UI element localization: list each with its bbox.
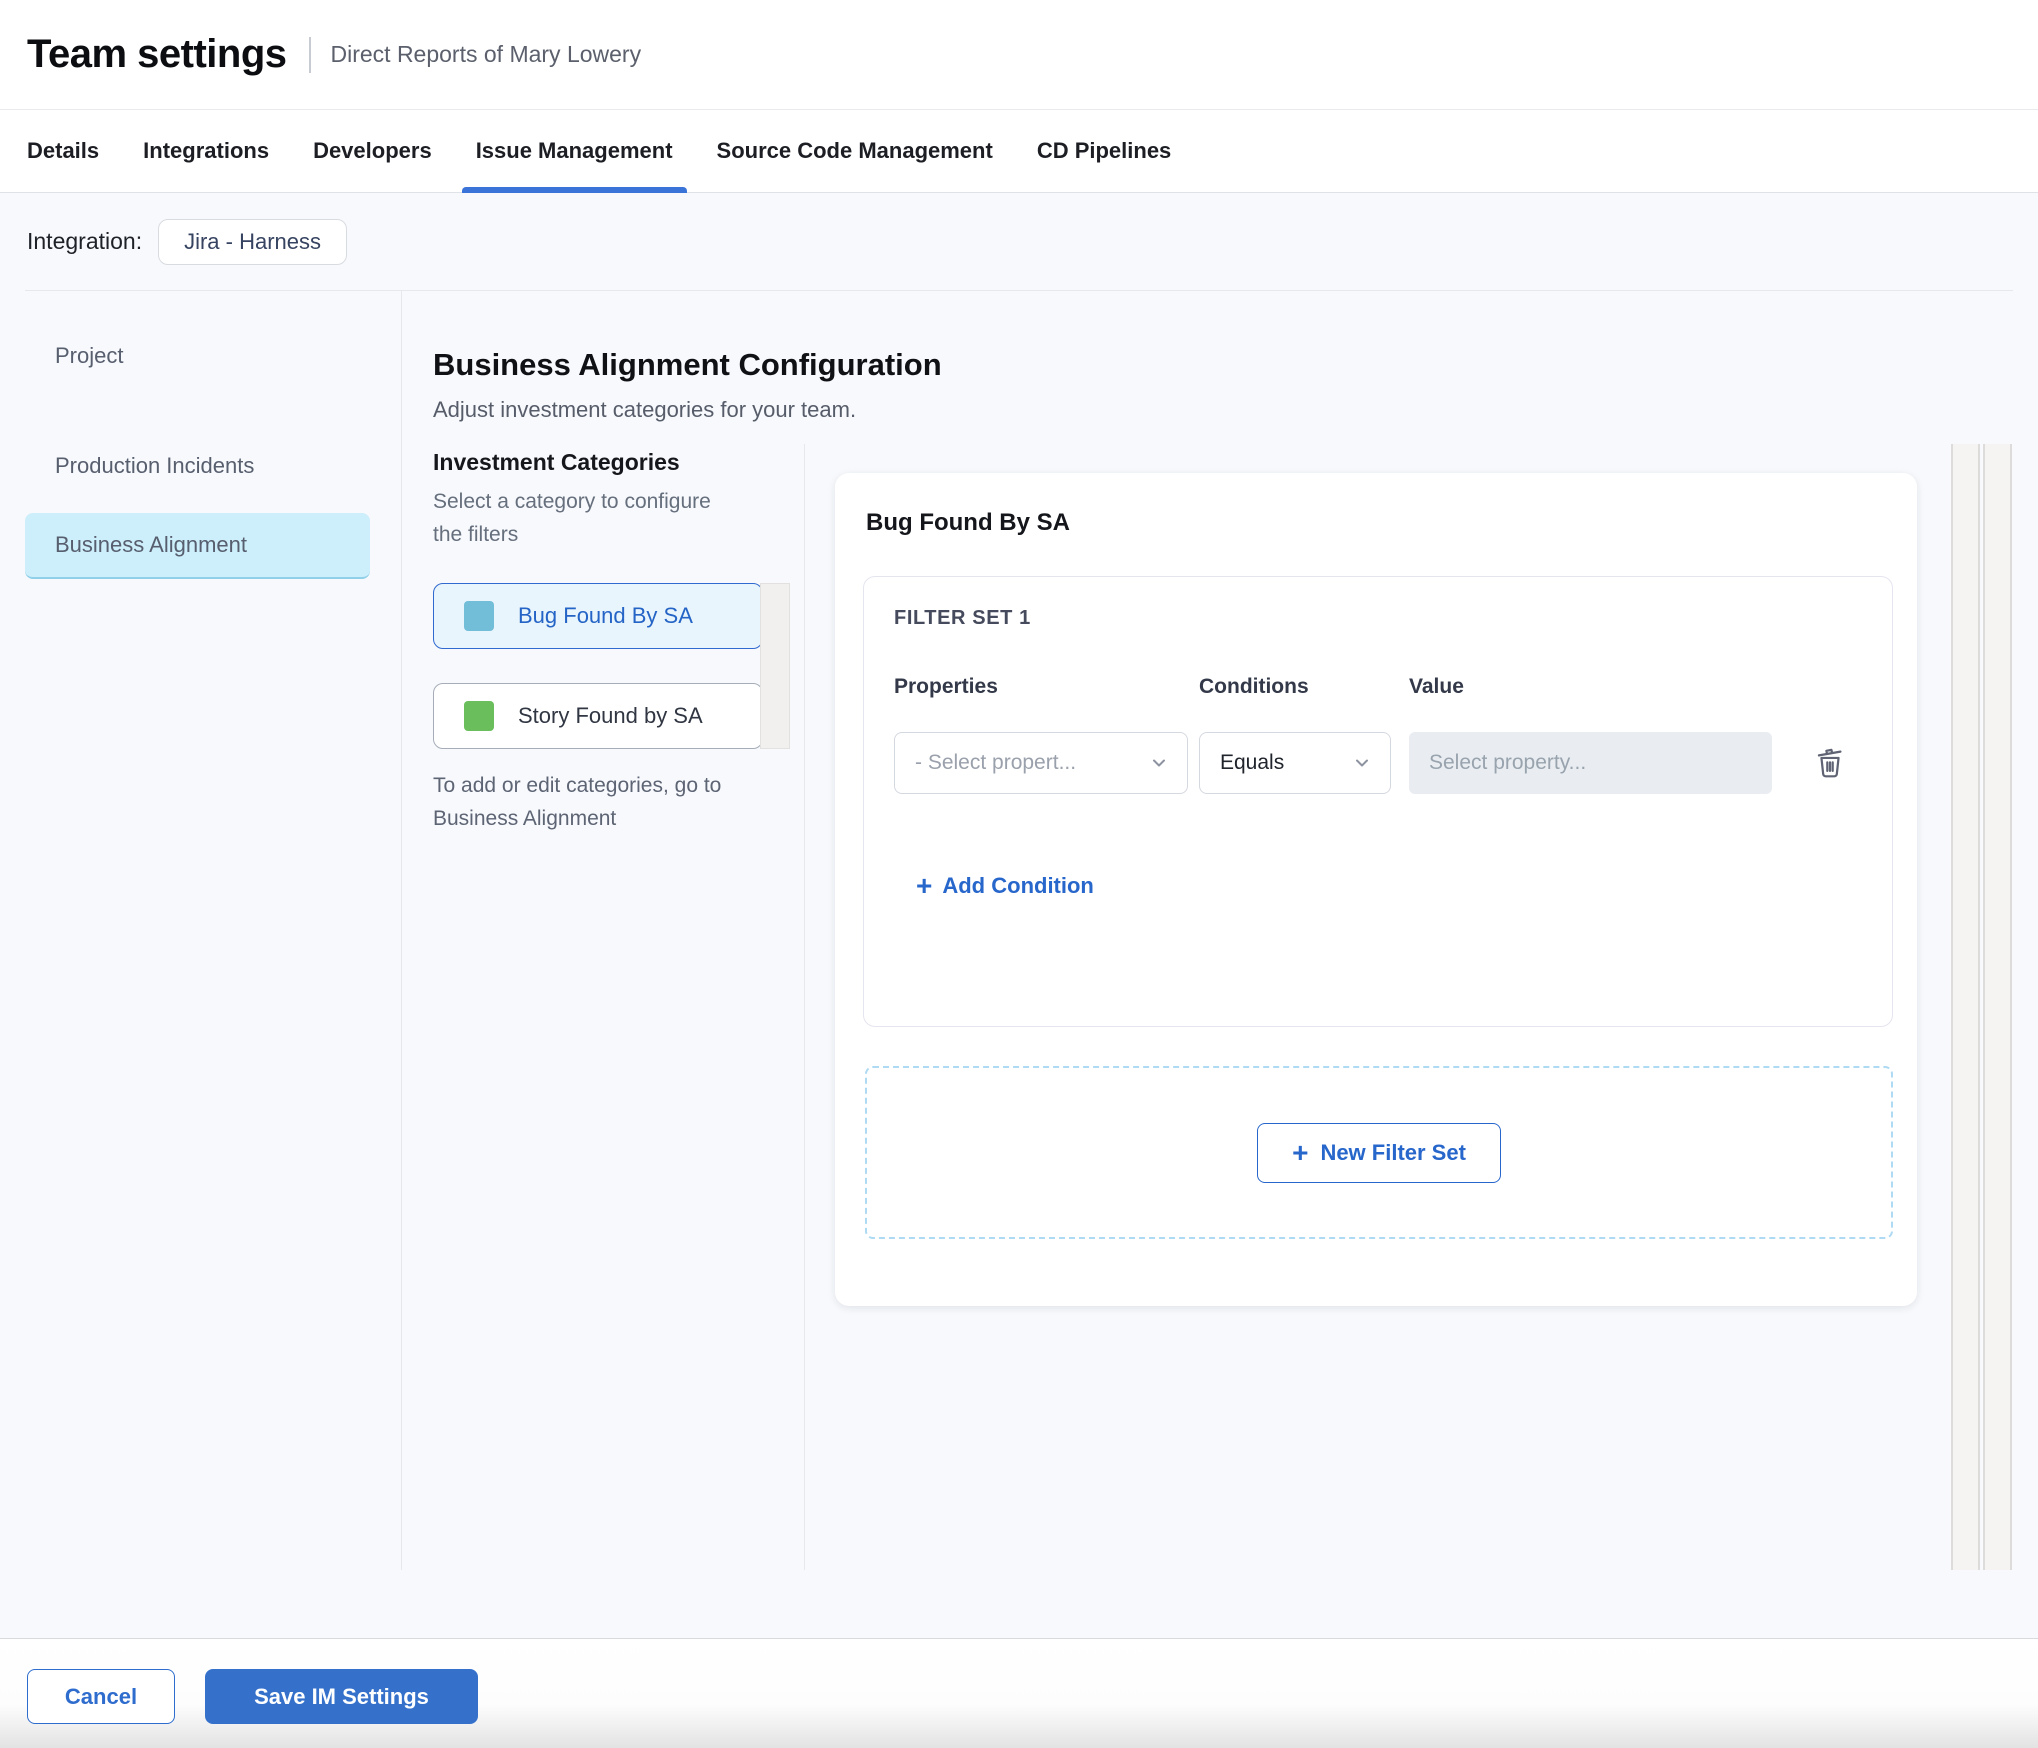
footer-bar: Cancel Save IM Settings bbox=[0, 1638, 2038, 1748]
sidebar-item-project-label: Project bbox=[55, 343, 124, 368]
property-select-placeholder: - Select propert... bbox=[915, 751, 1077, 774]
title-separator bbox=[308, 36, 311, 73]
new-filter-set-label: New Filter Set bbox=[1320, 1139, 1466, 1165]
sidebar-item-business-alignment[interactable]: Business Alignment bbox=[25, 513, 370, 579]
category-label: Story Found by SA bbox=[518, 703, 703, 728]
sidebar-item-project[interactable]: Project bbox=[25, 334, 370, 378]
add-condition-label: Add Condition bbox=[942, 873, 1094, 898]
main-panel: Business Alignment Configuration Adjust … bbox=[403, 291, 2013, 1570]
column-header-properties: Properties bbox=[894, 675, 998, 698]
page-subtitle: Direct Reports of Mary Lowery bbox=[330, 41, 642, 67]
trash-icon bbox=[1817, 748, 1842, 778]
tab-details-label: Details bbox=[27, 138, 100, 163]
filter-set-label: FILTER SET 1 bbox=[894, 607, 1031, 629]
value-input[interactable] bbox=[1409, 732, 1772, 794]
settings-sidebar: Project Production Incidents Business Al… bbox=[25, 291, 402, 1570]
active-tab-underline bbox=[461, 187, 687, 193]
tab-issue-management[interactable]: Issue Management bbox=[461, 110, 687, 193]
delete-condition-button[interactable] bbox=[1808, 741, 1852, 785]
integration-chip[interactable]: Jira - Harness bbox=[158, 218, 348, 265]
plus-icon: + bbox=[1292, 1136, 1309, 1168]
tab-cd-pipelines[interactable]: CD Pipelines bbox=[1023, 110, 1185, 192]
sidebar-item-production-incidents-label: Production Incidents bbox=[55, 453, 255, 478]
property-select[interactable]: - Select propert... bbox=[894, 732, 1188, 794]
integration-label: Integration: bbox=[27, 228, 143, 254]
panel-divider bbox=[804, 444, 805, 1570]
filter-set-box: FILTER SET 1 Properties Conditions Value… bbox=[863, 576, 1893, 1027]
category-color-swatch bbox=[464, 701, 494, 731]
condition-select[interactable]: Equals bbox=[1199, 732, 1391, 794]
sidebar-item-business-alignment-label: Business Alignment bbox=[55, 532, 247, 557]
tab-developers[interactable]: Developers bbox=[299, 110, 446, 192]
chevron-down-icon bbox=[1356, 759, 1368, 767]
vertical-scrollbar-track[interactable] bbox=[1983, 444, 2012, 1570]
tab-bar: Details Integrations Developers Issue Ma… bbox=[0, 110, 2038, 193]
sidebar-item-production-incidents[interactable]: Production Incidents bbox=[25, 444, 370, 488]
save-im-settings-button[interactable]: Save IM Settings bbox=[205, 1669, 478, 1724]
main-title: Business Alignment Configuration bbox=[433, 347, 942, 382]
tab-issue-management-label: Issue Management bbox=[475, 138, 673, 163]
categories-footnote: To add or edit categories, go to Busines… bbox=[433, 774, 722, 830]
filter-config-card: Bug Found By SA FILTER SET 1 Properties … bbox=[835, 473, 1917, 1306]
category-story-found-by-sa[interactable]: Story Found by SA bbox=[433, 683, 763, 749]
cancel-button[interactable]: Cancel bbox=[27, 1669, 175, 1724]
investment-categories-hint: Select a category to configure the filte… bbox=[433, 490, 711, 546]
add-condition-button[interactable]: + Add Condition bbox=[916, 870, 1094, 901]
plus-icon: + bbox=[916, 870, 933, 901]
category-color-swatch bbox=[464, 601, 494, 631]
column-header-conditions: Conditions bbox=[1199, 675, 1309, 698]
page-title: Team settings bbox=[27, 32, 287, 76]
tab-details[interactable]: Details bbox=[13, 110, 113, 192]
chevron-down-icon bbox=[1153, 759, 1165, 767]
condition-select-value: Equals bbox=[1220, 751, 1285, 774]
page-header: Team settings Direct Reports of Mary Low… bbox=[0, 0, 2038, 110]
category-label: Bug Found By SA bbox=[518, 603, 693, 628]
category-bug-found-by-sa[interactable]: Bug Found By SA bbox=[433, 583, 763, 649]
team-settings-screen: Team settings Direct Reports of Mary Low… bbox=[0, 0, 2038, 1748]
category-list-scrollbar[interactable] bbox=[760, 583, 790, 749]
column-header-value: Value bbox=[1409, 675, 1464, 698]
tab-source-code-management-label: Source Code Management bbox=[716, 138, 993, 163]
integration-row: Integration: Jira - Harness bbox=[27, 193, 348, 290]
tab-integrations-label: Integrations bbox=[143, 138, 270, 163]
tab-cd-pipelines-label: CD Pipelines bbox=[1036, 138, 1172, 163]
tab-developers-label: Developers bbox=[313, 138, 432, 163]
content-section: Project Production Incidents Business Al… bbox=[25, 290, 2013, 1570]
tab-source-code-management[interactable]: Source Code Management bbox=[703, 110, 1007, 192]
main-subtitle: Adjust investment categories for your te… bbox=[433, 397, 857, 422]
vertical-scrollbar-track[interactable] bbox=[1951, 444, 1980, 1570]
new-filter-set-dropzone: + New Filter Set bbox=[865, 1066, 1893, 1239]
investment-categories-heading: Investment Categories bbox=[433, 449, 680, 475]
tab-integrations[interactable]: Integrations bbox=[129, 110, 283, 192]
filter-card-heading: Bug Found By SA bbox=[866, 509, 1070, 536]
new-filter-set-button[interactable]: + New Filter Set bbox=[1257, 1122, 1501, 1183]
